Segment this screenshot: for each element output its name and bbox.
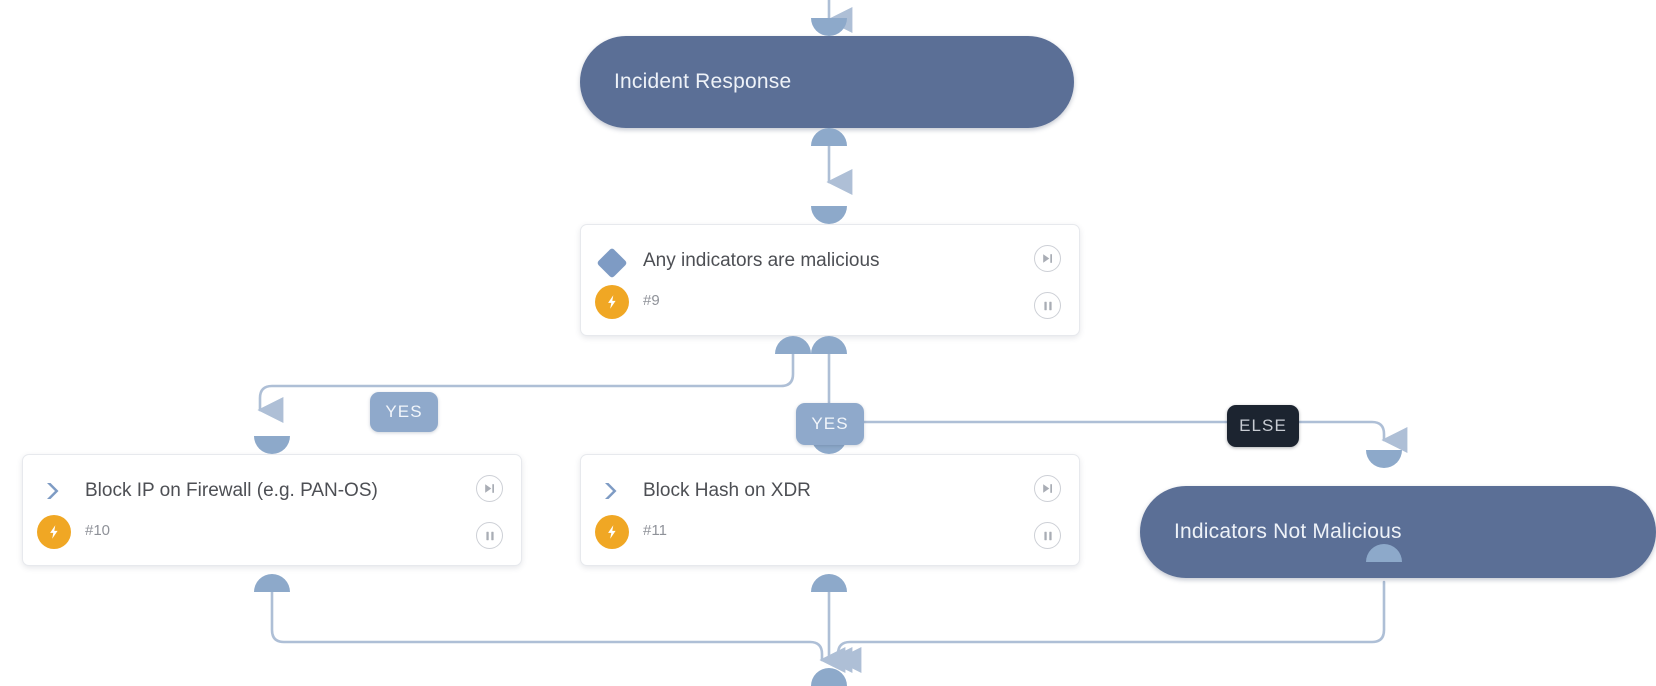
port-incident-response-out[interactable] [811,128,847,146]
condition-title: Any indicators are malicious [643,250,880,271]
branch-label-yes-center[interactable]: YES [796,403,864,445]
port-incident-response-in[interactable] [811,18,847,36]
condition-title-row: Any indicators are malicious [581,225,1079,279]
block-hash-number: #11 [643,522,667,539]
node-incident-response[interactable]: Incident Response [580,36,1074,128]
branch-label-else[interactable]: ELSE [1227,405,1299,447]
port-not-malicious-in[interactable] [1366,450,1402,468]
port-condition-out-left[interactable] [775,336,811,354]
block-ip-title-row: Block IP on Firewall (e.g. PAN-OS) [23,455,521,505]
port-merge-final[interactable] [811,668,847,686]
block-hash-title: Block Hash on XDR [643,480,811,501]
block-ip-title: Block IP on Firewall (e.g. PAN-OS) [85,480,378,501]
lightning-bolt-icon[interactable] [23,513,85,549]
node-block-ip-on-firewall[interactable]: Block IP on Firewall (e.g. PAN-OS) #10 [22,454,522,566]
pause-icon[interactable] [1034,522,1061,549]
diamond-icon [581,247,643,279]
edge-condition-to-block-ip [257,350,795,423]
block-hash-meta-row: #11 [581,505,1079,565]
block-hash-title-row: Block Hash on XDR [581,455,1079,505]
pause-icon[interactable] [1034,292,1061,319]
edge-not-malicious-to-merge [835,580,1386,673]
skip-next-icon[interactable] [1034,245,1061,272]
port-block-ip-in[interactable] [254,436,290,454]
condition-number: #9 [643,292,660,309]
block-ip-number: #10 [85,522,111,539]
condition-meta-row: #9 [581,275,1079,335]
node-any-indicators-are-malicious[interactable]: Any indicators are malicious #9 [580,224,1080,336]
lightning-bolt-icon[interactable] [581,513,643,549]
branch-label-yes-left[interactable]: YES [370,392,438,432]
port-block-ip-out[interactable] [254,574,290,592]
node-block-hash-on-xdr[interactable]: Block Hash on XDR #11 [580,454,1080,566]
port-condition-in[interactable] [811,206,847,224]
block-ip-meta-row: #10 [23,505,521,565]
edge-block-ip-to-merge [270,590,846,673]
workflow-canvas[interactable]: Incident Response Any indicators are mal… [0,0,1656,686]
lightning-bolt-icon[interactable] [581,283,643,319]
skip-next-icon[interactable] [476,475,503,502]
port-condition-out-center[interactable] [811,336,847,354]
node-incident-response-label: Incident Response [614,70,792,93]
skip-next-icon[interactable] [1034,475,1061,502]
chevron-right-icon [581,477,643,503]
port-block-hash-out[interactable] [811,574,847,592]
chevron-right-icon [23,477,85,503]
node-indicators-not-malicious-label: Indicators Not Malicious [1174,520,1402,543]
edge-condition-to-not-malicious [840,420,1408,453]
pause-icon[interactable] [476,522,503,549]
node-indicators-not-malicious[interactable]: Indicators Not Malicious [1140,486,1656,578]
